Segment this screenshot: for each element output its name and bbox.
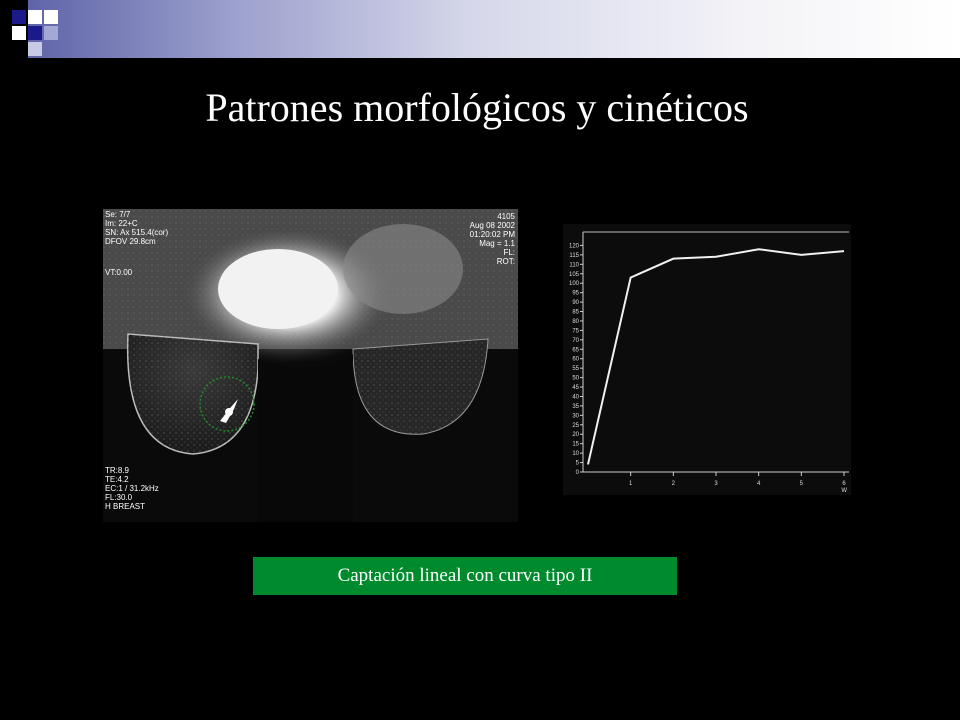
- deco-square: [44, 26, 58, 40]
- y-tick-label: 35: [572, 404, 579, 410]
- y-tick-label: 115: [569, 253, 579, 259]
- overlay-line: TR:8.9: [105, 466, 130, 475]
- y-tick-label: 45: [572, 385, 579, 391]
- y-tick-label: 65: [572, 347, 579, 353]
- deco-square: [44, 10, 58, 24]
- y-tick-label: 85: [572, 310, 579, 316]
- overlay-line: 4105: [497, 212, 515, 221]
- y-tick-label: 80: [572, 319, 579, 325]
- mri-breast-image: Se: 7/7 Im: 22+C SN: Ax 515.4(cor) DFOV …: [103, 209, 518, 522]
- overlay-line: H BREAST: [105, 502, 145, 511]
- overlay-line: Se: 7/7: [105, 210, 131, 219]
- overlay-line: EC:1 / 31.2kHz: [105, 484, 159, 493]
- y-tick-label: 10: [572, 451, 579, 457]
- y-tick-label: 25: [572, 423, 579, 429]
- overlay-line: TE:4.2: [105, 475, 129, 484]
- kinetic-curve-plot: 120 115 110 105 100 95 90 85 80 75 70 65 60 55 50 45 40 3…: [563, 224, 851, 495]
- y-tick-label: 50: [572, 376, 579, 382]
- deco-square: [28, 26, 42, 40]
- x-unit-label: W: [841, 488, 847, 494]
- corner-squares: [12, 10, 58, 56]
- overlay-line: FL:30.0: [105, 493, 133, 502]
- y-tick-label: 105: [569, 272, 580, 278]
- overlay-line: 01:20:02 PM: [470, 230, 516, 239]
- y-tick-label: 120: [569, 243, 580, 249]
- top-gradient-band: [28, 0, 960, 58]
- caption-text: Captación lineal con curva tipo II: [337, 565, 593, 586]
- caption-box: Captación lineal con curva tipo II: [253, 557, 677, 595]
- y-tick-label: 55: [572, 366, 579, 372]
- y-tick-label: 20: [572, 432, 579, 438]
- y-tick-label: 30: [572, 413, 579, 419]
- overlay-line: Im: 22+C: [105, 219, 138, 228]
- slide-title: Patrones morfológicos y cinéticos: [205, 85, 749, 130]
- deco-square: [12, 10, 26, 24]
- overlay-line: VT:0.00: [105, 268, 133, 277]
- deco-square: [28, 42, 42, 56]
- overlay-line: SN: Ax 515.4(cor): [105, 228, 168, 237]
- overlay-line: DFOV 29.8cm: [105, 237, 156, 246]
- overlay-line: Mag = 1.1: [479, 239, 515, 248]
- y-tick-label: 15: [572, 442, 579, 448]
- y-tick-label: 110: [569, 262, 579, 268]
- y-tick-label: 75: [572, 328, 579, 334]
- overlay-line: FL:: [503, 248, 515, 257]
- deco-square: [12, 42, 26, 56]
- y-tick-label: 70: [572, 338, 579, 344]
- y-tick-label: 95: [572, 291, 579, 297]
- y-tick-label: 60: [572, 357, 579, 363]
- y-tick-label: 100: [569, 281, 580, 287]
- y-tick-label: 40: [572, 394, 579, 400]
- overlay-line: Aug 08 2002: [470, 221, 516, 230]
- deco-square: [28, 10, 42, 24]
- deco-square: [12, 26, 26, 40]
- y-tick-label: 90: [572, 300, 579, 306]
- overlay-line: ROT:: [497, 257, 515, 266]
